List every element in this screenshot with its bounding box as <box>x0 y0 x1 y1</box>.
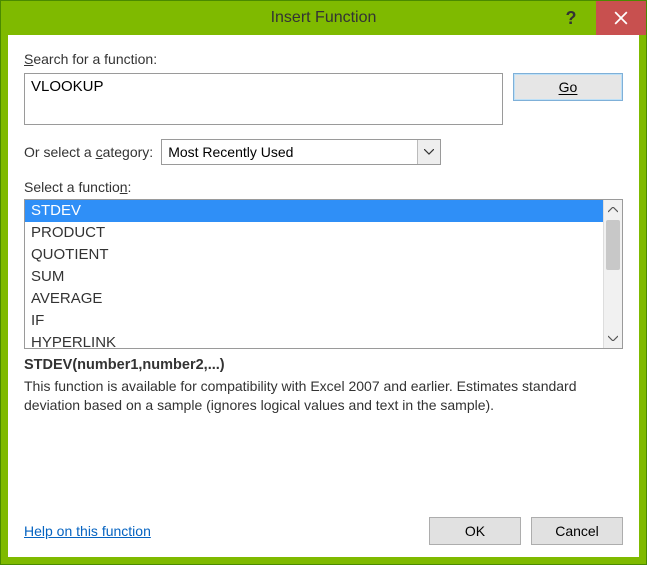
scroll-thumb[interactable] <box>606 220 620 270</box>
function-listbox-wrap: STDEVPRODUCTQUOTIENTSUMAVERAGEIFHYPERLIN… <box>24 199 623 349</box>
list-item[interactable]: PRODUCT <box>25 222 603 244</box>
category-select[interactable] <box>161 139 441 165</box>
scrollbar[interactable] <box>603 200 622 348</box>
category-label: Or select a category: <box>24 144 153 160</box>
search-input[interactable] <box>24 73 503 125</box>
scroll-down-button[interactable] <box>604 328 622 348</box>
titlebar: Insert Function ? <box>1 1 646 35</box>
dialog-footer: Help on this function OK Cancel <box>24 505 623 545</box>
function-description: This function is available for compatibi… <box>24 377 623 415</box>
function-signature: STDEV(number1,number2,...) <box>24 357 623 373</box>
close-icon <box>614 11 628 25</box>
titlebar-controls: ? <box>546 1 646 35</box>
list-item[interactable]: AVERAGE <box>25 288 603 310</box>
dialog-body: Search for a function: Go Or select a ca… <box>8 35 639 557</box>
list-item[interactable]: STDEV <box>25 200 603 222</box>
cancel-button[interactable]: Cancel <box>531 517 623 545</box>
function-listbox[interactable]: STDEVPRODUCTQUOTIENTSUMAVERAGEIFHYPERLIN… <box>25 200 603 348</box>
category-row: Or select a category: <box>24 139 623 165</box>
list-item[interactable]: QUOTIENT <box>25 244 603 266</box>
list-item[interactable]: SUM <box>25 266 603 288</box>
search-row: Go <box>24 73 623 125</box>
help-button[interactable]: ? <box>546 1 596 35</box>
close-button[interactable] <box>596 1 646 35</box>
list-item[interactable]: IF <box>25 310 603 332</box>
ok-button[interactable]: OK <box>429 517 521 545</box>
scroll-up-button[interactable] <box>604 200 622 220</box>
insert-function-dialog: Insert Function ? Search for a function:… <box>0 0 647 565</box>
help-link[interactable]: Help on this function <box>24 523 151 539</box>
dialog-body-outer: Search for a function: Go Or select a ca… <box>1 35 646 564</box>
go-button[interactable]: Go <box>513 73 623 101</box>
search-label-text: earch for a function: <box>33 51 157 67</box>
search-label: Search for a function: <box>24 51 623 67</box>
function-list-label: Select a function: <box>24 179 623 195</box>
list-item[interactable]: HYPERLINK <box>25 332 603 348</box>
search-label-accel: S <box>24 51 33 67</box>
category-select-wrap <box>161 139 441 165</box>
go-button-label: Go <box>559 79 578 95</box>
